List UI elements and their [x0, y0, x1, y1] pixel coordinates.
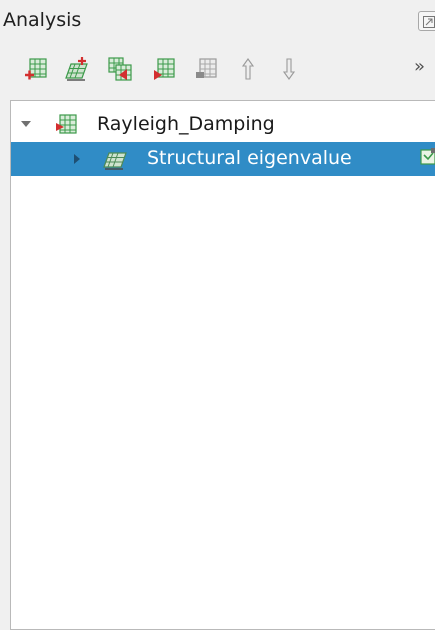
- delete-analysis-icon: [196, 58, 217, 78]
- move-down-icon: [282, 58, 296, 80]
- run-analysis-icon: [154, 58, 175, 80]
- expanded-arrow-icon[interactable]: [21, 120, 31, 128]
- move-up-button[interactable]: [232, 53, 264, 85]
- tree-item-structural-eigenvalue[interactable]: Structural eigenvalue: [11, 142, 435, 176]
- add-analysis-button[interactable]: [20, 53, 52, 85]
- collapsed-arrow-icon[interactable]: [73, 154, 81, 164]
- float-icon: [423, 16, 435, 28]
- tree-item-label: Rayleigh_Damping: [97, 113, 275, 135]
- tree-item-rayleigh-damping[interactable]: Rayleigh_Damping: [11, 108, 435, 142]
- tree-item-label: Structural eigenvalue: [147, 147, 352, 169]
- status-badge-icon: [420, 148, 435, 165]
- add-sub-analysis-icon: [65, 57, 88, 81]
- move-down-button[interactable]: [273, 53, 305, 85]
- float-panel-button[interactable]: [418, 11, 435, 31]
- add-analysis-icon: [25, 58, 47, 80]
- copy-analysis-icon: [108, 57, 132, 81]
- run-analysis-button[interactable]: [148, 53, 180, 85]
- eigenvalue-analysis-icon: [103, 152, 127, 170]
- panel-title-bar: Analysis: [0, 0, 435, 42]
- move-up-icon: [241, 58, 255, 80]
- toolbar-overflow-button[interactable]: »: [414, 56, 425, 77]
- analysis-tree[interactable]: Rayleigh_Damping Structural eigenvalue: [10, 100, 435, 630]
- add-sub-analysis-button[interactable]: [60, 53, 92, 85]
- analysis-case-icon: [56, 114, 77, 134]
- panel-title: Analysis: [3, 9, 82, 31]
- analysis-toolbar: »: [0, 48, 435, 94]
- delete-analysis-button[interactable]: [190, 53, 222, 85]
- copy-analysis-button[interactable]: [104, 53, 136, 85]
